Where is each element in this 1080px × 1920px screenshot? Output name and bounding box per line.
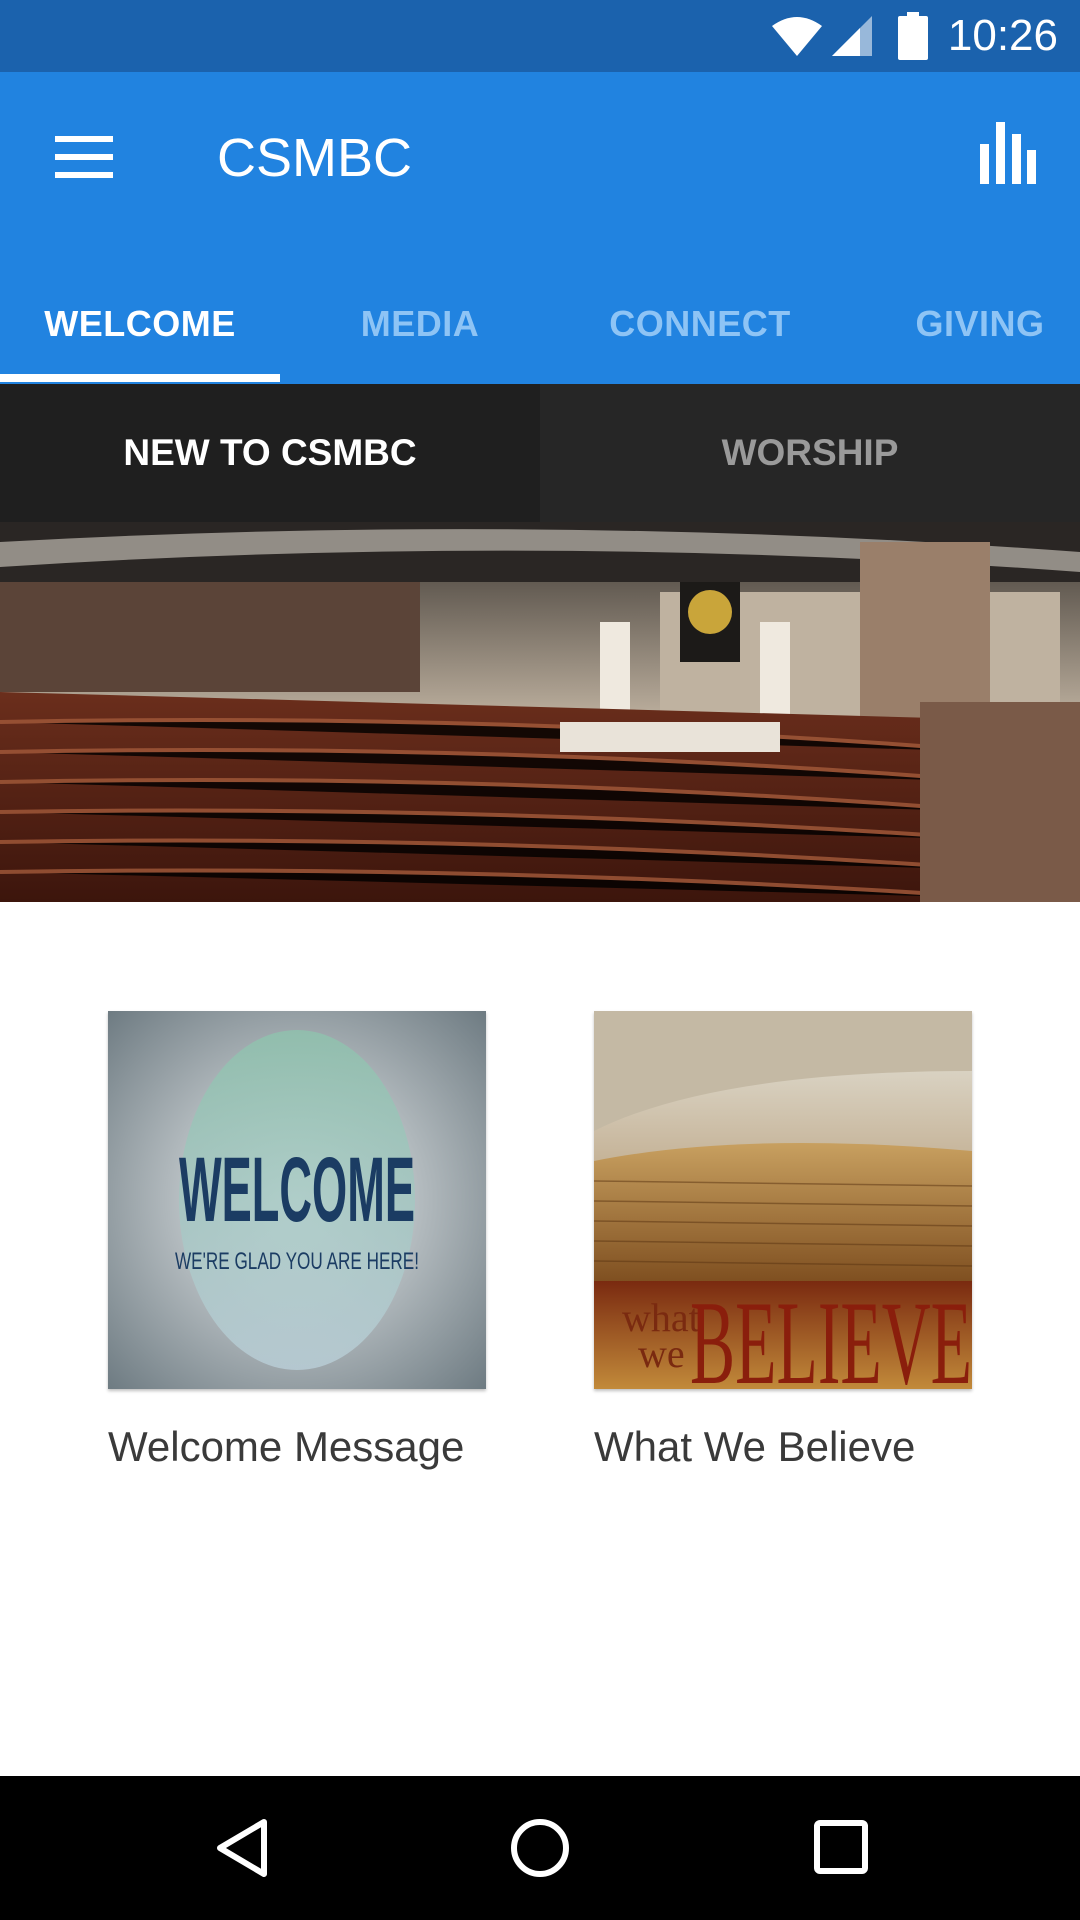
bible-image: what we BELIEVE <box>594 1011 972 1389</box>
main-tabs: WELCOME MEDIA CONNECT GIVING <box>0 264 1080 384</box>
sub-tabs: NEW TO CSMBC WORSHIP <box>0 384 1080 522</box>
status-time: 10:26 <box>947 11 1058 60</box>
card-label-welcome-message: Welcome Message <box>108 1423 465 1470</box>
sanctuary-hero-image <box>0 522 1080 902</box>
nav-recents-icon[interactable] <box>814 1820 868 1874</box>
bar-chart-icon[interactable] <box>980 122 1036 184</box>
tab-connect[interactable]: CONNECT <box>560 264 840 384</box>
nav-back-icon[interactable] <box>214 1818 270 1878</box>
welcome-image-subtitle: WE'RE GLAD YOU ARE HERE! <box>175 1248 419 1275</box>
tab-welcome[interactable]: WELCOME <box>0 264 280 384</box>
tab-giving[interactable]: GIVING <box>840 264 1080 384</box>
welcome-image-title: WELCOME <box>179 1139 415 1241</box>
battery-icon <box>898 12 928 60</box>
app-title: CSMBC <box>217 128 413 188</box>
card-label-what-we-believe: What We Believe <box>594 1423 916 1470</box>
wifi-icon <box>772 17 822 56</box>
believe-image-believe: BELIEVE <box>690 1276 972 1389</box>
status-bar: 10:26 <box>0 0 1080 72</box>
nav-home-icon[interactable] <box>510 1818 570 1878</box>
signal-icon <box>832 16 872 56</box>
hamburger-menu-icon[interactable] <box>55 136 113 178</box>
subtab-worship[interactable]: WORSHIP <box>540 384 1080 522</box>
subtab-new-to-csmbc[interactable]: NEW TO CSMBC <box>0 384 540 522</box>
believe-image-we: we <box>638 1331 685 1376</box>
card-welcome-message[interactable]: WELCOME WE'RE GLAD YOU ARE HERE! Welcome… <box>108 1011 486 1473</box>
tab-media[interactable]: MEDIA <box>280 264 560 384</box>
welcome-image: WELCOME WE'RE GLAD YOU ARE HERE! <box>108 1011 486 1389</box>
active-tab-indicator <box>0 374 280 382</box>
card-what-we-believe[interactable]: what we BELIEVE What We Believe <box>594 1011 972 1473</box>
